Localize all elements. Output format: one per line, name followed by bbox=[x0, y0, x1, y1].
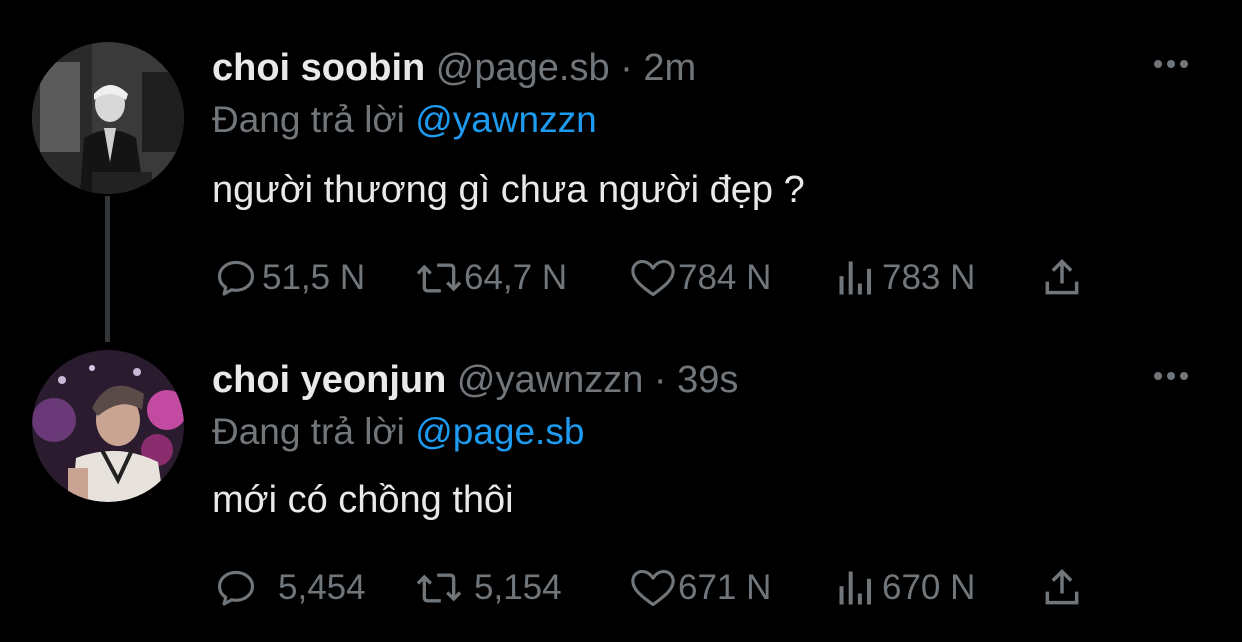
views-count: 783 N bbox=[882, 258, 976, 297]
timestamp[interactable]: 39s bbox=[677, 359, 738, 401]
replying-to: Đang trả lời @yawnzzn bbox=[212, 98, 597, 142]
like-count: 784 N bbox=[678, 258, 772, 297]
retweet-button[interactable]: 5,154 bbox=[414, 560, 562, 616]
views-icon bbox=[839, 261, 872, 295]
reply-icon bbox=[217, 570, 255, 606]
like-button[interactable]: 671 N bbox=[628, 560, 771, 616]
replying-to-label: Đang trả lời bbox=[212, 99, 405, 140]
timestamp[interactable]: 2m bbox=[643, 47, 696, 89]
more-icon[interactable] bbox=[1152, 366, 1190, 386]
retweet-icon bbox=[416, 263, 462, 293]
replying-to-label: Đang trả lời bbox=[212, 411, 405, 452]
retweet-icon bbox=[416, 573, 462, 603]
action-bar: 51,5 N 64,7 N 784 N 783 N bbox=[210, 250, 1110, 306]
share-icon bbox=[1045, 569, 1079, 605]
tweet-text: mới có chồng thôi bbox=[212, 479, 514, 521]
thread-line bbox=[105, 196, 110, 342]
share-icon bbox=[1045, 259, 1079, 295]
handle[interactable]: @yawnzzn bbox=[457, 359, 643, 401]
tweet[interactable]: choi soobin @page.sb · 2m Đang trả lời @… bbox=[0, 0, 1242, 342]
tweet-header: choi soobin @page.sb · 2m bbox=[212, 46, 696, 90]
reply-mention-link[interactable]: @page.sb bbox=[415, 411, 584, 452]
separator: · bbox=[620, 47, 633, 89]
avatar[interactable] bbox=[32, 350, 184, 502]
display-name[interactable]: choi soobin bbox=[212, 47, 425, 89]
reply-count: 5,454 bbox=[278, 568, 366, 607]
retweet-count: 64,7 N bbox=[464, 258, 568, 297]
like-count: 671 N bbox=[678, 568, 772, 607]
share-button[interactable] bbox=[1040, 560, 1084, 616]
reply-icon bbox=[217, 260, 255, 296]
reply-mention-link[interactable]: @yawnzzn bbox=[415, 99, 597, 140]
display-name[interactable]: choi yeonjun bbox=[212, 359, 446, 401]
separator: · bbox=[653, 359, 667, 401]
avatar[interactable] bbox=[32, 42, 184, 194]
handle[interactable]: @page.sb bbox=[436, 47, 610, 89]
views-icon bbox=[839, 571, 872, 605]
reply-count: 51,5 N bbox=[262, 258, 366, 297]
tweet-header: choi yeonjun @yawnzzn · 39s bbox=[212, 358, 738, 402]
like-icon bbox=[631, 569, 675, 607]
retweet-count: 5,154 bbox=[474, 568, 562, 607]
tweet[interactable]: choi yeonjun @yawnzzn · 39s Đang trả lời… bbox=[0, 330, 1242, 642]
action-bar: 5,454 5,154 671 N 670 N bbox=[210, 560, 1110, 616]
like-icon bbox=[631, 259, 675, 297]
more-icon[interactable] bbox=[1152, 54, 1190, 74]
reply-button[interactable]: 51,5 N bbox=[214, 250, 365, 306]
share-button[interactable] bbox=[1040, 250, 1084, 306]
views-button[interactable]: 783 N bbox=[834, 250, 975, 306]
like-button[interactable]: 784 N bbox=[628, 250, 771, 306]
views-count: 670 N bbox=[882, 568, 976, 607]
reply-button[interactable]: 5,454 bbox=[214, 560, 366, 616]
retweet-button[interactable]: 64,7 N bbox=[414, 250, 567, 306]
tweet-text: người thương gì chưa người đẹp ? bbox=[212, 169, 805, 211]
views-button[interactable]: 670 N bbox=[834, 560, 975, 616]
replying-to: Đang trả lời @page.sb bbox=[212, 410, 584, 454]
